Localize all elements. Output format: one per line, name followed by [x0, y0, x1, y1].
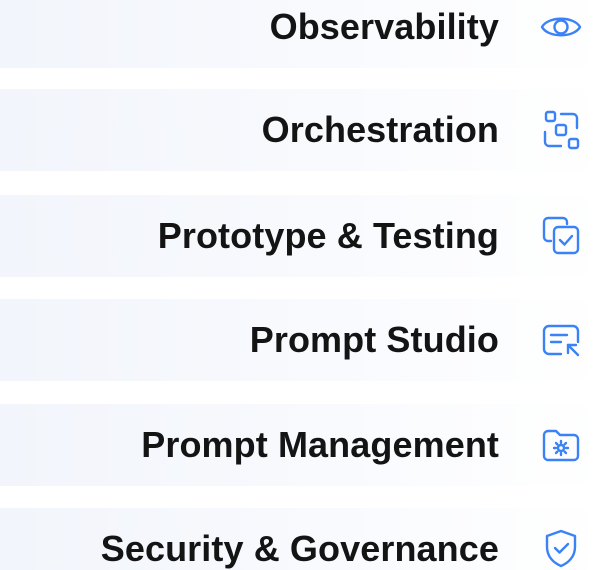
- feature-label: Orchestration: [261, 109, 499, 150]
- feature-label: Prompt Management: [141, 424, 499, 465]
- feature-row-prompt-management[interactable]: Prompt Management: [0, 404, 607, 486]
- feature-row-security-governance[interactable]: Security & Governance: [0, 508, 607, 570]
- shield-check-icon: [537, 525, 585, 570]
- feature-row-prototype-testing[interactable]: Prototype & Testing: [0, 195, 607, 277]
- copy-check-icon: [537, 212, 585, 260]
- feature-row-observability[interactable]: Observability: [0, 0, 607, 68]
- feature-row-orchestration[interactable]: Orchestration: [0, 89, 607, 171]
- feature-label: Security & Governance: [100, 528, 499, 569]
- text-cursor-icon: [537, 316, 585, 364]
- feature-list: Observability Orchestration Prototype & …: [0, 0, 607, 570]
- folder-gear-icon: [537, 421, 585, 469]
- scan-nodes-icon: [537, 106, 585, 154]
- feature-label: Prompt Studio: [249, 319, 499, 360]
- feature-row-prompt-studio[interactable]: Prompt Studio: [0, 299, 607, 381]
- feature-label: Prototype & Testing: [157, 215, 499, 256]
- feature-label: Observability: [269, 6, 499, 47]
- eye-icon: [537, 3, 585, 51]
